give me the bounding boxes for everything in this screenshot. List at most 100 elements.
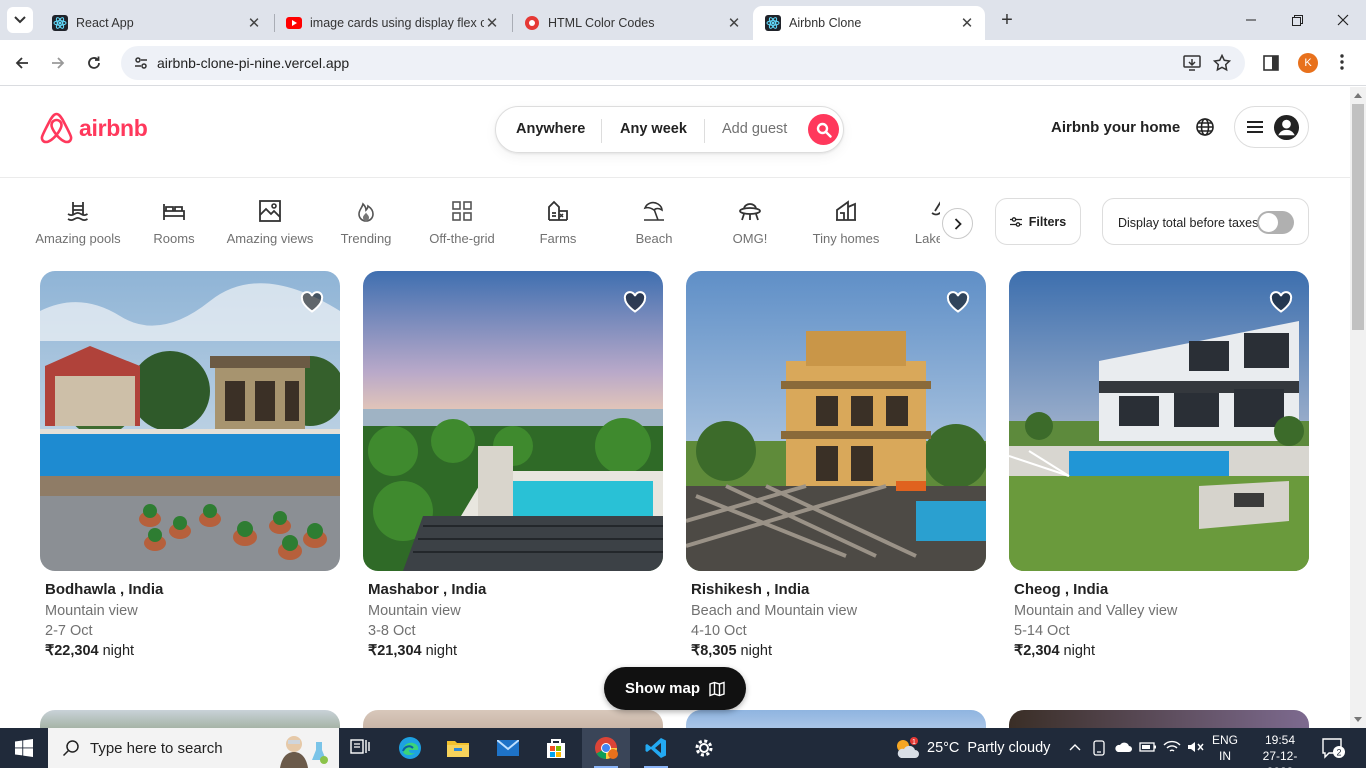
battery-icon[interactable]: [1139, 740, 1157, 754]
close-window-button[interactable]: [1320, 0, 1366, 40]
listing-card[interactable]: Rishikesh , India Beach and Mountain vie…: [686, 271, 986, 659]
notifications-button[interactable]: 2: [1322, 737, 1346, 759]
farm-icon: [548, 200, 568, 221]
category-tiny-homes[interactable]: Tiny homes: [798, 197, 894, 246]
reload-icon: [88, 56, 100, 69]
weather-widget[interactable]: 1 25°C Partly cloudy: [893, 728, 1050, 768]
display-total-toggle-box[interactable]: Display total before taxes: [1102, 198, 1309, 245]
search-bar[interactable]: Anywhere Any week Add guest: [495, 106, 844, 153]
mail-button[interactable]: [484, 728, 532, 768]
category-rooms[interactable]: Rooms: [126, 197, 222, 246]
edge-taskbar-button[interactable]: [386, 728, 434, 768]
heart-icon[interactable]: [623, 291, 647, 313]
show-map-button[interactable]: Show map: [604, 667, 746, 710]
category-label: OMG!: [732, 231, 768, 246]
chevron-up-icon[interactable]: [1068, 740, 1082, 754]
search-anywhere[interactable]: Anywhere: [516, 121, 585, 137]
reload-button[interactable]: [80, 49, 108, 77]
listing-location: Rishikesh , India: [691, 581, 810, 598]
listing-photo[interactable]: [1009, 271, 1309, 571]
hamburger-menu-icon: [1247, 120, 1263, 134]
category-lakefront[interactable]: Lakefront: [894, 197, 940, 246]
category-beach[interactable]: Beach: [606, 197, 702, 246]
globe-icon[interactable]: [1195, 117, 1215, 137]
listing-photo[interactable]: [40, 271, 340, 571]
wifi-icon[interactable]: [1163, 740, 1181, 754]
tab-airbnb-clone[interactable]: Airbnb Clone ✕: [753, 6, 985, 40]
category-amazing-views[interactable]: Amazing views: [222, 197, 318, 246]
address-bar[interactable]: airbnb-clone-pi-nine.vercel.app: [121, 46, 1245, 80]
install-app-icon[interactable]: [1183, 54, 1201, 72]
close-tab-icon[interactable]: ✕: [484, 14, 500, 32]
listing-view: Mountain and Valley view: [1014, 603, 1178, 619]
listing-photo-peek[interactable]: [40, 710, 340, 728]
settings-taskbar-button[interactable]: [680, 728, 728, 768]
listing-dates: 4-10 Oct: [691, 623, 747, 639]
site-info-icon[interactable]: [133, 55, 149, 71]
side-panel-icon[interactable]: [1262, 54, 1280, 72]
profile-avatar[interactable]: K: [1298, 53, 1318, 73]
category-off-the-grid[interactable]: Off-the-grid: [414, 197, 510, 246]
react-icon: [765, 15, 781, 31]
listing-card[interactable]: Bodhawla , India Mountain view 2-7 Oct ₹…: [40, 271, 340, 659]
restore-button[interactable]: [1274, 0, 1320, 40]
heart-icon[interactable]: [1269, 291, 1293, 313]
categories-next-button[interactable]: [942, 208, 973, 239]
close-tab-icon[interactable]: ✕: [959, 14, 975, 32]
category-trending[interactable]: Trending: [318, 197, 414, 246]
listing-photo-peek[interactable]: [686, 710, 986, 728]
category-label: Beach: [635, 231, 673, 246]
file-explorer-button[interactable]: [434, 728, 482, 768]
bookmark-star-icon[interactable]: [1213, 54, 1231, 72]
url-text[interactable]: airbnb-clone-pi-nine.vercel.app: [157, 55, 349, 71]
new-tab-button[interactable]: +: [996, 9, 1018, 31]
close-tab-icon[interactable]: ✕: [246, 14, 262, 32]
page-scrollbar[interactable]: [1350, 87, 1366, 728]
listing-photo[interactable]: [363, 271, 663, 571]
tab-search-menu-button[interactable]: [7, 7, 33, 33]
search-button[interactable]: [808, 114, 839, 145]
airbnb-logo[interactable]: airbnb: [40, 111, 148, 145]
device-icon[interactable]: [1092, 740, 1106, 756]
mail-icon: [497, 740, 519, 756]
tab-react-app[interactable]: React App ✕: [40, 6, 272, 40]
system-clock[interactable]: 19:54 27-12-2023: [1250, 732, 1310, 780]
listing-photo-peek[interactable]: [363, 710, 663, 728]
search-any-week[interactable]: Any week: [620, 121, 687, 137]
volume-muted-icon[interactable]: [1187, 740, 1205, 754]
taskbar-search-box[interactable]: Type here to search: [48, 728, 339, 768]
grid-icon: [452, 201, 472, 221]
filters-button[interactable]: Filters: [995, 198, 1081, 245]
listing-card[interactable]: Mashabor , India Mountain view 3-8 Oct ₹…: [363, 271, 663, 659]
taxes-toggle-switch[interactable]: [1257, 211, 1294, 234]
onedrive-icon[interactable]: [1114, 740, 1132, 754]
heart-icon[interactable]: [300, 291, 324, 313]
forward-button[interactable]: [44, 49, 72, 77]
heart-icon[interactable]: [946, 291, 970, 313]
listing-photo[interactable]: [686, 271, 986, 571]
close-tab-icon[interactable]: ✕: [726, 14, 742, 32]
tab-html-color-codes[interactable]: HTML Color Codes ✕: [512, 6, 752, 40]
search-add-guest[interactable]: Add guest: [722, 121, 787, 137]
price-unit: night: [102, 643, 135, 659]
browser-menu-icon[interactable]: [1340, 53, 1344, 71]
input-language[interactable]: ENG IN: [1212, 732, 1238, 764]
edge-icon: [399, 737, 421, 759]
lang-line1: ENG: [1212, 733, 1239, 747]
chrome-taskbar-button[interactable]: [582, 728, 630, 768]
tab-youtube[interactable]: image cards using display flex c ✕: [274, 6, 510, 40]
category-omg[interactable]: OMG!: [702, 197, 798, 246]
microsoft-store-button[interactable]: [532, 728, 580, 768]
minimize-button[interactable]: [1228, 0, 1274, 40]
airbnb-your-home-link[interactable]: Airbnb your home: [1051, 119, 1180, 136]
vscode-taskbar-button[interactable]: [632, 728, 680, 768]
listing-photo-peek[interactable]: [1009, 710, 1309, 728]
category-farms[interactable]: Farms: [510, 197, 606, 246]
listing-card[interactable]: Cheog , India Mountain and Valley view 5…: [1009, 271, 1309, 659]
scrollbar-thumb[interactable]: [1352, 104, 1364, 330]
start-button[interactable]: [0, 728, 48, 768]
task-view-button[interactable]: [336, 728, 384, 768]
category-amazing-pools[interactable]: Amazing pools: [30, 197, 126, 246]
user-menu-button[interactable]: [1234, 106, 1309, 148]
back-button[interactable]: [8, 49, 36, 77]
